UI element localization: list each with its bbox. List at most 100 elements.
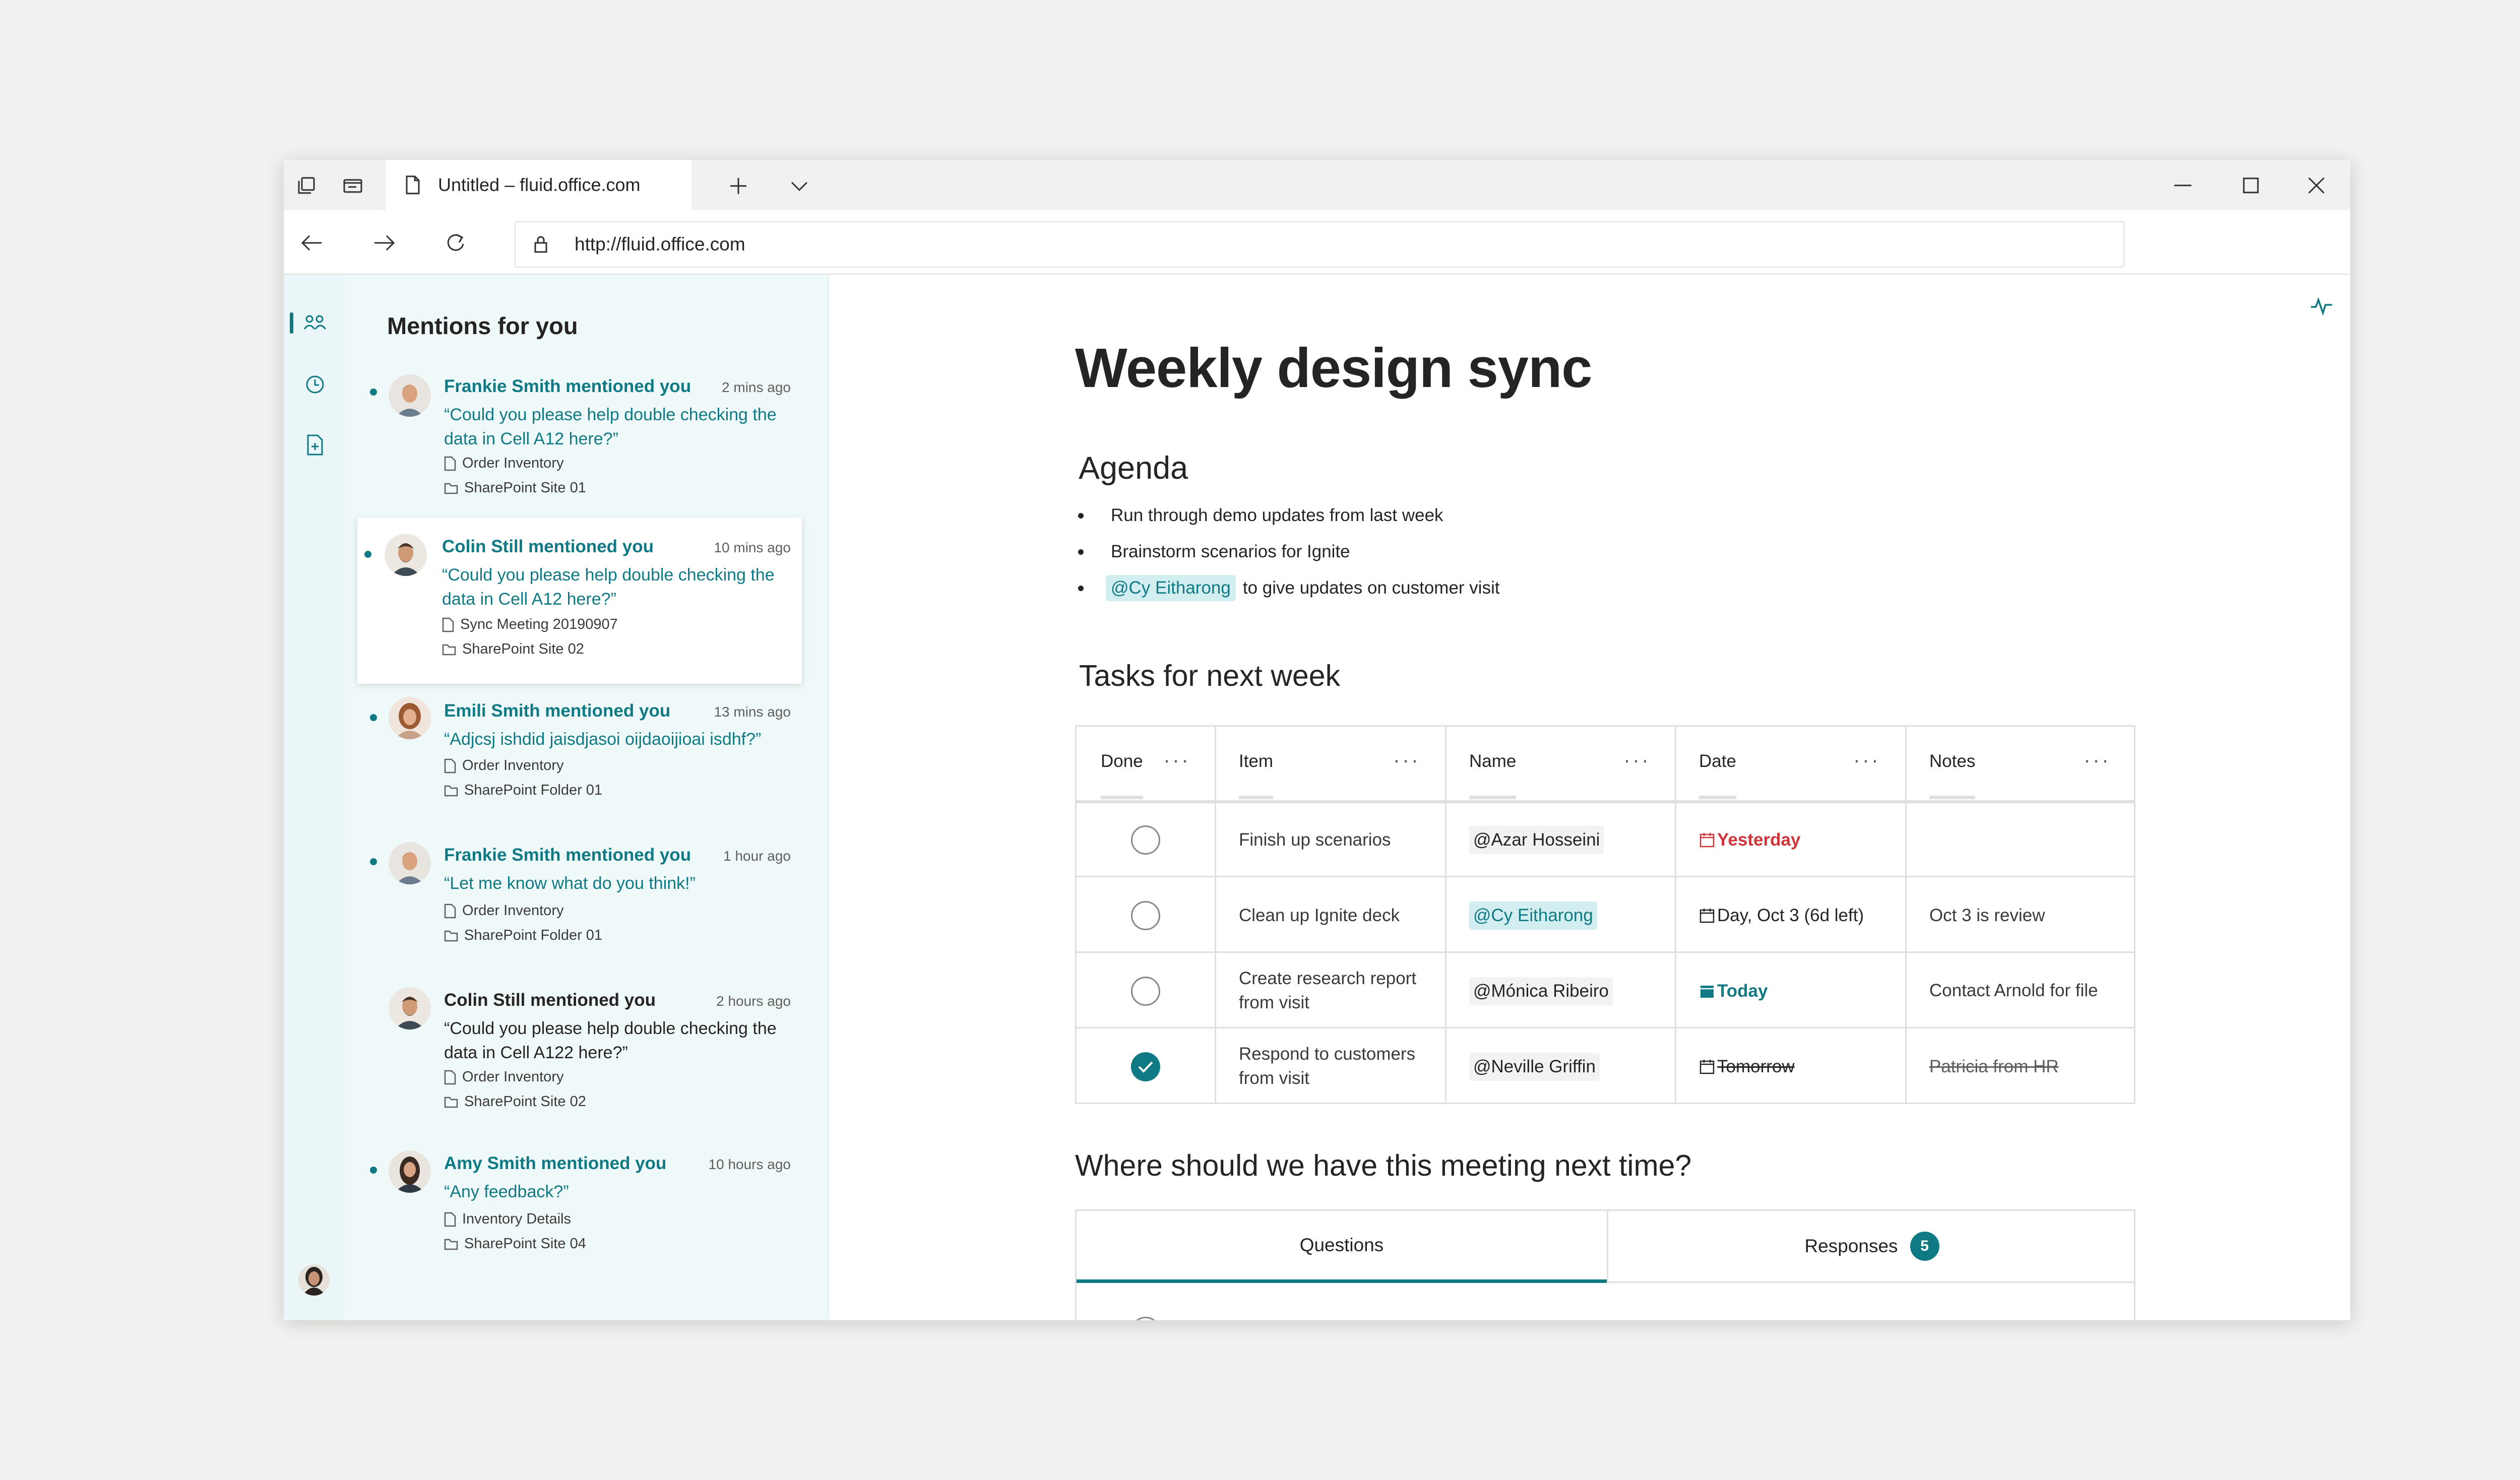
tab-collections-icon[interactable]	[295, 174, 318, 197]
clock-icon[interactable]	[301, 370, 329, 399]
mention-file[interactable]: Order Inventory	[444, 455, 563, 472]
file-add-icon[interactable]	[301, 431, 329, 459]
task-notes[interactable]: Oct 3 is review	[1929, 902, 2045, 929]
task-assignee[interactable]: @Mónica Ribeiro	[1469, 977, 1613, 1005]
task-notes[interactable]: Patricia from HR	[1929, 1053, 2059, 1080]
date-text: Today	[1717, 981, 1768, 1001]
agenda-heading[interactable]: Agenda	[1079, 450, 1188, 486]
mention-item[interactable]: Colin Still mentioned you 2 hours ago “C…	[357, 978, 802, 1124]
tab-label: Questions	[1299, 1235, 1384, 1255]
tab-aside-icon[interactable]	[341, 174, 364, 197]
task-assignee[interactable]: @Azar Hosseini	[1469, 826, 1604, 854]
mention-folder[interactable]: SharePoint Folder 01	[444, 927, 602, 944]
person-chip[interactable]: @Azar Hosseini	[1469, 826, 1604, 854]
task-date[interactable]: Yesterday	[1699, 826, 1800, 854]
person-chip[interactable]: @Neville Griffin	[1469, 1053, 1600, 1081]
task-date[interactable]: Tomorrow	[1699, 1053, 1795, 1080]
person-chip[interactable]: @Cy Eitharong	[1469, 902, 1597, 930]
mention-file[interactable]: Order Inventory	[444, 1069, 563, 1085]
task-item[interactable]: Create research report from visit	[1239, 966, 1420, 1016]
agenda-item[interactable]: Brainstorm scenarios for Ignite	[1078, 542, 1350, 562]
page-title[interactable]: Weekly design sync	[1075, 336, 1592, 400]
maximize-icon[interactable]	[2239, 174, 2262, 197]
mention-item[interactable]: Frankie Smith mentioned you 2 mins ago “…	[357, 360, 802, 506]
column-divider	[1675, 727, 1676, 1103]
responses-count-badge: 5	[1910, 1232, 1939, 1261]
mention-item[interactable]: Amy Smith mentioned you 10 hours ago “An…	[357, 1141, 802, 1272]
task-item[interactable]: Finish up scenarios	[1239, 826, 1391, 854]
file-name: Order Inventory	[462, 903, 564, 919]
agenda-text: Run through demo updates from last week	[1111, 505, 1443, 525]
task-date[interactable]: Day, Oct 3 (6d left)	[1699, 902, 1864, 929]
task-date[interactable]: Today	[1699, 978, 1768, 1005]
mention-author: Colin Still mentioned you	[444, 990, 656, 1010]
active-tab[interactable]: Untitled – fluid.office.com	[386, 160, 691, 210]
column-menu-icon[interactable]: ···	[1623, 748, 1651, 772]
task-item[interactable]: Respond to customers from visit	[1239, 1041, 1420, 1091]
tab-responses[interactable]: Responses 5	[1608, 1211, 2135, 1283]
folder-name: SharePoint Folder 01	[464, 927, 603, 943]
task-assignee[interactable]: @Neville Griffin	[1469, 1053, 1600, 1081]
forward-icon[interactable]	[372, 230, 397, 255]
column-menu-icon[interactable]: ···	[2084, 748, 2111, 772]
folder-name: SharePoint Site 04	[464, 1236, 586, 1252]
folder-name: SharePoint Site 02	[462, 641, 584, 657]
folder-name: SharePoint Site 02	[464, 1093, 586, 1110]
app-rail	[284, 275, 344, 1320]
mention-item-selected[interactable]: Colin Still mentioned you 10 mins ago “C…	[357, 518, 802, 684]
tasks-heading[interactable]: Tasks for next week	[1079, 659, 1340, 693]
column-menu-icon[interactable]: ···	[1853, 748, 1880, 772]
column-menu-icon[interactable]: ···	[1393, 748, 1420, 772]
agenda-text: to give updates on customer visit	[1242, 578, 1500, 598]
mention-folder[interactable]: SharePoint Site 02	[444, 1093, 586, 1110]
mention-folder[interactable]: SharePoint Site 02	[442, 641, 584, 658]
refresh-icon[interactable]	[443, 230, 468, 255]
mention-file[interactable]: Inventory Details	[444, 1211, 571, 1228]
unread-dot	[370, 1167, 377, 1174]
back-icon[interactable]	[299, 230, 324, 255]
tab-questions[interactable]: Questions	[1077, 1211, 1607, 1283]
mention-file[interactable]: Sync Meeting 20190907	[442, 616, 618, 633]
people-icon[interactable]	[301, 309, 329, 337]
task-notes[interactable]: Contact Arnold for file	[1929, 966, 2106, 1016]
mention-item[interactable]: Frankie Smith mentioned you 1 hour ago “…	[357, 833, 802, 964]
mention-folder[interactable]: SharePoint Site 01	[444, 480, 586, 496]
column-header-name[interactable]: Name	[1469, 727, 1517, 799]
mention-file[interactable]: Order Inventory	[444, 903, 563, 919]
file-icon	[444, 1212, 456, 1227]
mention-folder[interactable]: SharePoint Folder 01	[444, 782, 602, 799]
column-header-item[interactable]: Item	[1239, 727, 1274, 799]
mention-chip[interactable]: @Cy Eitharong	[1106, 575, 1236, 601]
done-checkbox[interactable]	[1131, 977, 1160, 1006]
column-header-date[interactable]: Date	[1699, 727, 1736, 799]
column-menu-icon[interactable]: ···	[1163, 748, 1190, 772]
person-chip[interactable]: @Mónica Ribeiro	[1469, 977, 1613, 1005]
mention-folder[interactable]: SharePoint Site 04	[444, 1236, 586, 1252]
chevron-down-icon[interactable]	[788, 175, 811, 198]
poll-option-radio[interactable]	[1131, 1317, 1160, 1320]
minimize-icon[interactable]	[2171, 174, 2194, 197]
done-checkbox-checked[interactable]	[1131, 1052, 1160, 1081]
new-tab-icon[interactable]	[726, 174, 750, 198]
done-checkbox[interactable]	[1131, 901, 1160, 930]
activity-icon[interactable]	[2309, 294, 2334, 319]
agenda-item[interactable]: @Cy Eitharong to give updates on customer…	[1078, 575, 1500, 601]
column-header-notes[interactable]: Notes	[1929, 727, 1976, 799]
column-header-done[interactable]: Done	[1101, 727, 1143, 799]
agenda-item[interactable]: Run through demo updates from last week	[1078, 505, 1443, 526]
mention-file[interactable]: Order Inventory	[444, 757, 563, 774]
folder-icon	[444, 1097, 458, 1108]
close-icon[interactable]	[2305, 174, 2328, 197]
mention-item[interactable]: Emili Smith mentioned you 13 mins ago “A…	[357, 688, 802, 819]
done-checkbox[interactable]	[1131, 825, 1160, 855]
task-item[interactable]: Clean up Ignite deck	[1239, 902, 1400, 929]
task-assignee[interactable]: @Cy Eitharong	[1469, 902, 1597, 930]
file-name: Sync Meeting 20190907	[460, 616, 618, 632]
poll-heading[interactable]: Where should we have this meeting next t…	[1075, 1148, 1691, 1183]
mention-quote: “Let me know what do you think!”	[444, 874, 696, 893]
mention-quote: “Any feedback?”	[444, 1182, 569, 1201]
mention-time: 2 hours ago	[716, 993, 791, 1009]
user-avatar[interactable]	[298, 1264, 330, 1296]
address-bar[interactable]: http://fluid.office.com	[515, 221, 2124, 268]
tab-label: Responses	[1804, 1236, 1898, 1256]
